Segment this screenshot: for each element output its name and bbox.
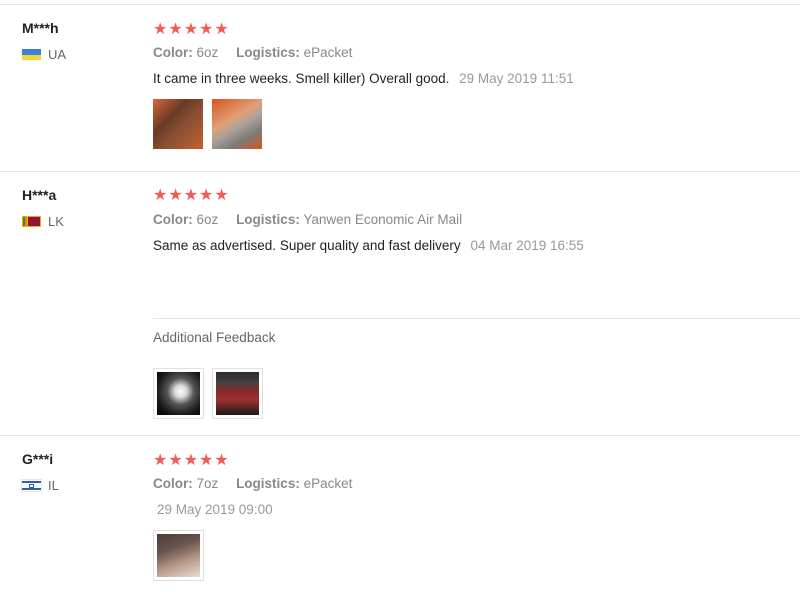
additional-photo[interactable]	[153, 368, 204, 419]
star-rating: ★★★★★	[153, 21, 230, 38]
country-code: IL	[48, 478, 59, 493]
additional-photo[interactable]	[212, 368, 263, 419]
review-photo[interactable]	[153, 99, 203, 149]
review-text-row: 29 May 2019 09:00	[153, 502, 273, 517]
review-date: 29 May 2019 11:51	[459, 71, 574, 86]
reviewer-country: IL	[21, 478, 59, 493]
reviewer-country: LK	[22, 214, 64, 229]
color-label: Color:	[153, 45, 193, 60]
review-text-row: Same as advertised. Super quality and fa…	[153, 238, 584, 253]
color-label: Color:	[153, 476, 193, 491]
reviewer-name: G***i	[22, 451, 54, 467]
country-code: LK	[48, 214, 64, 229]
review-text: It came in three weeks. Smell killer) Ov…	[153, 71, 450, 86]
review-photo[interactable]	[153, 530, 204, 581]
review-date: 04 Mar 2019 16:55	[470, 238, 584, 253]
israel-flag-icon	[21, 479, 42, 492]
logistics-value: Yanwen Economic Air Mail	[303, 212, 463, 227]
reviewer-name: M***h	[22, 20, 59, 36]
additional-feedback-label: Additional Feedback	[153, 330, 276, 345]
color-value: 6oz	[196, 45, 219, 60]
review-meta: Color: 7oz Logistics: ePacket	[153, 476, 352, 491]
ukraine-flag-icon	[22, 49, 41, 60]
color-label: Color:	[153, 212, 193, 227]
country-code: UA	[48, 47, 67, 62]
sri-lanka-flag-icon	[22, 216, 41, 227]
logistics-label: Logistics:	[236, 45, 300, 60]
divider	[153, 318, 800, 319]
logistics-label: Logistics:	[236, 476, 300, 491]
color-value: 7oz	[196, 476, 219, 491]
logistics-value: ePacket	[303, 476, 353, 491]
review-text-row: It came in three weeks. Smell killer) Ov…	[153, 71, 574, 86]
reviewer-country: UA	[22, 47, 66, 62]
review-date: 29 May 2019 09:00	[157, 502, 273, 517]
star-rating: ★★★★★	[153, 452, 230, 469]
logistics-label: Logistics:	[236, 212, 300, 227]
review-text: Same as advertised. Super quality and fa…	[153, 238, 461, 253]
logistics-value: ePacket	[303, 45, 353, 60]
divider	[0, 4, 800, 5]
reviewer-name: H***a	[22, 187, 57, 203]
color-value: 6oz	[196, 212, 219, 227]
star-rating: ★★★★★	[153, 187, 230, 204]
review-photo[interactable]	[212, 99, 262, 149]
divider	[0, 171, 800, 172]
review-meta: Color: 6oz Logistics: ePacket	[153, 45, 352, 60]
review-meta: Color: 6oz Logistics: Yanwen Economic Ai…	[153, 212, 462, 227]
divider	[0, 435, 800, 436]
